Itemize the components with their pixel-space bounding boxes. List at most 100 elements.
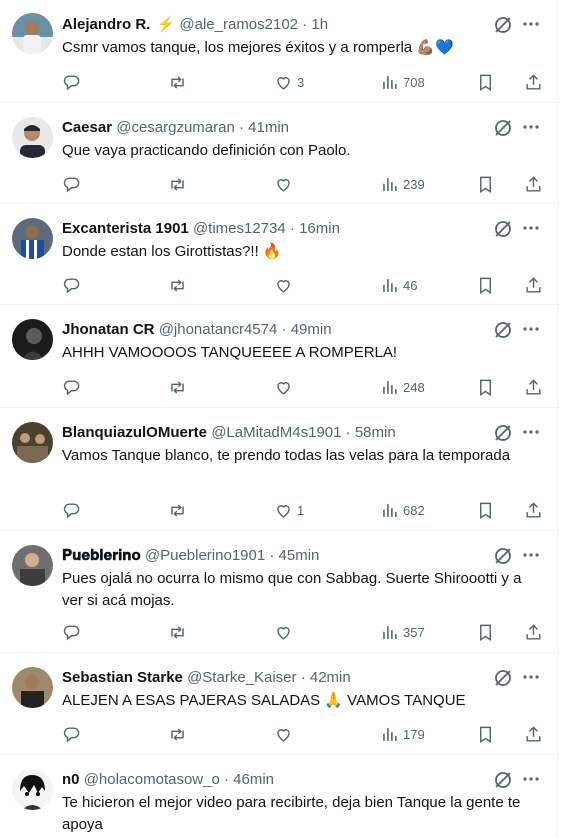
- like-button[interactable]: 1: [274, 499, 304, 521]
- avatar[interactable]: [12, 13, 53, 54]
- like-button[interactable]: [274, 621, 297, 643]
- timestamp[interactable]: 41min: [248, 119, 289, 136]
- grok-icon[interactable]: [493, 320, 513, 340]
- bookmark-button[interactable]: [476, 499, 495, 521]
- avatar[interactable]: [12, 319, 53, 360]
- views-button[interactable]: 179: [380, 723, 425, 745]
- share-button[interactable]: [524, 376, 543, 398]
- like-button[interactable]: 3: [274, 71, 304, 93]
- display-name[interactable]: Caesar: [62, 119, 112, 136]
- timestamp[interactable]: 16min: [299, 220, 340, 237]
- avatar[interactable]: [12, 117, 53, 158]
- views-button[interactable]: 357: [380, 621, 425, 643]
- grok-icon[interactable]: [493, 219, 513, 239]
- retweet-button[interactable]: [168, 71, 191, 93]
- display-name[interactable]: Jhonatan CR: [62, 321, 155, 338]
- retweet-button[interactable]: [168, 376, 191, 398]
- avatar[interactable]: [12, 667, 53, 708]
- reply-button[interactable]: [62, 499, 85, 521]
- like-button[interactable]: [274, 376, 297, 398]
- avatar[interactable]: [12, 218, 53, 259]
- bookmark-button[interactable]: [476, 173, 495, 195]
- reply-button[interactable]: [62, 376, 85, 398]
- display-name[interactable]: Alejandro R.: [62, 16, 150, 33]
- avatar[interactable]: [12, 769, 53, 810]
- views-button[interactable]: 248: [380, 376, 425, 398]
- reply-button[interactable]: [62, 621, 85, 643]
- more-icon[interactable]: [519, 115, 543, 139]
- more-icon[interactable]: [519, 317, 543, 341]
- timestamp[interactable]: 46min: [233, 771, 274, 788]
- share-button[interactable]: [524, 274, 543, 296]
- bookmark-button[interactable]: [476, 723, 495, 745]
- tweet[interactable]: Jhonatan CR @jhonatancr4574 · 49min AHHH…: [0, 305, 557, 408]
- username[interactable]: @jhonatancr4574: [159, 321, 278, 338]
- grok-icon[interactable]: [493, 118, 513, 138]
- share-button[interactable]: [524, 173, 543, 195]
- reply-button[interactable]: [62, 274, 85, 296]
- more-icon[interactable]: [519, 12, 543, 36]
- avatar[interactable]: [12, 422, 53, 463]
- username[interactable]: @ale_ramos2102: [179, 16, 298, 33]
- retweet-button[interactable]: [168, 499, 191, 521]
- share-button[interactable]: [524, 621, 543, 643]
- grok-icon[interactable]: [493, 423, 513, 443]
- timestamp[interactable]: 42min: [310, 669, 351, 686]
- grok-icon[interactable]: [493, 546, 513, 566]
- share-button[interactable]: [524, 499, 543, 521]
- retweet-button[interactable]: [168, 723, 191, 745]
- tweet-text: AHHH VAMOOOOS TANQUEEEE A ROMPERLA!: [62, 344, 398, 361]
- username[interactable]: @Pueblerino1901: [145, 547, 265, 564]
- tweet[interactable]: BlanquiazulOMuerte @LaMitadM4s1901 · 58m…: [0, 408, 557, 531]
- tweet[interactable]: 𝐏𝐮𝐞𝐛𝐥𝐞𝐫𝐢𝐧𝐨 @Pueblerino1901 · 45min Pues …: [0, 531, 557, 653]
- like-button[interactable]: [274, 274, 297, 296]
- retweet-button[interactable]: [168, 173, 191, 195]
- display-name[interactable]: 𝐏𝐮𝐞𝐛𝐥𝐞𝐫𝐢𝐧𝐨: [62, 547, 141, 564]
- views-button[interactable]: 682: [380, 499, 425, 521]
- more-icon[interactable]: [519, 543, 543, 567]
- retweet-button[interactable]: [168, 621, 191, 643]
- username[interactable]: @Starke_Kaiser: [187, 669, 296, 686]
- reply-button[interactable]: [62, 723, 85, 745]
- tweet[interactable]: n0 @holacomotasow_o · 46min Te hicieron …: [0, 755, 557, 838]
- share-button[interactable]: [524, 723, 543, 745]
- more-icon[interactable]: [519, 665, 543, 689]
- more-icon[interactable]: [519, 420, 543, 444]
- display-name[interactable]: n0: [62, 771, 80, 788]
- share-button[interactable]: [524, 71, 543, 93]
- views-button[interactable]: 708: [380, 71, 425, 93]
- grok-icon[interactable]: [493, 15, 513, 35]
- timestamp[interactable]: 45min: [279, 547, 320, 564]
- display-name[interactable]: Excanterista 1901: [62, 220, 189, 237]
- like-button[interactable]: [274, 173, 297, 195]
- reply-button[interactable]: [62, 173, 85, 195]
- tweet[interactable]: Caesar @cesargzumaran · 41min Que vaya p…: [0, 103, 557, 204]
- timestamp[interactable]: 58min: [355, 424, 396, 441]
- tweet[interactable]: Alejandro R. ⚡ @ale_ramos2102 · 1h Csmr …: [0, 0, 557, 103]
- tweet[interactable]: Sebastian Starke @Starke_Kaiser · 42min …: [0, 653, 557, 755]
- avatar[interactable]: [12, 545, 53, 586]
- timestamp[interactable]: 1h: [311, 16, 328, 33]
- display-name[interactable]: Sebastian Starke: [62, 669, 183, 686]
- bookmark-button[interactable]: [476, 376, 495, 398]
- grok-icon[interactable]: [493, 770, 513, 790]
- more-icon[interactable]: [519, 767, 543, 791]
- more-icon[interactable]: [519, 216, 543, 240]
- views-button[interactable]: 239: [380, 173, 425, 195]
- tweet[interactable]: Excanterista 1901 @times12734 · 16min Do…: [0, 204, 557, 305]
- like-button[interactable]: [274, 723, 297, 745]
- bookmark-button[interactable]: [476, 71, 495, 93]
- username[interactable]: @times12734: [193, 220, 286, 237]
- timestamp[interactable]: 49min: [291, 321, 332, 338]
- username[interactable]: @cesargzumaran: [116, 119, 235, 136]
- username[interactable]: @holacomotasow_o: [84, 771, 220, 788]
- bookmark-button[interactable]: [476, 274, 495, 296]
- display-name[interactable]: BlanquiazulOMuerte: [62, 424, 207, 441]
- views-button[interactable]: 46: [380, 274, 417, 296]
- views-icon: [383, 727, 397, 741]
- grok-icon[interactable]: [493, 668, 513, 688]
- reply-button[interactable]: [62, 71, 85, 93]
- username[interactable]: @LaMitadM4s1901: [211, 424, 341, 441]
- retweet-button[interactable]: [168, 274, 191, 296]
- bookmark-button[interactable]: [476, 621, 495, 643]
